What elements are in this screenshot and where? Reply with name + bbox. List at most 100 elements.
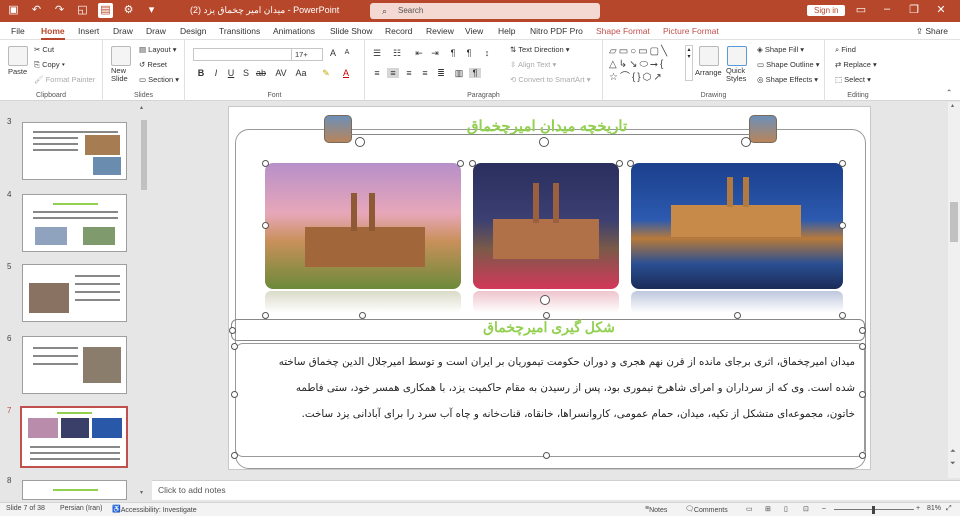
increase-indent-icon[interactable]: ⇥: [429, 48, 441, 59]
minimize-icon[interactable]: –: [878, 3, 896, 15]
notes-pane[interactable]: Click to add notes: [152, 480, 960, 500]
quick-styles-icon[interactable]: [727, 46, 747, 66]
layout-button[interactable]: ▤ Layout ▾: [139, 45, 177, 54]
resize-handle[interactable]: [543, 452, 550, 459]
shape-outline-button[interactable]: ▭ Shape Outline ▾: [757, 60, 820, 69]
slide-subtitle[interactable]: شکل گیری امیرچخماق: [389, 319, 709, 336]
replace-button[interactable]: ⇄ Replace ▾: [835, 60, 877, 69]
customize-icon[interactable]: ⚙: [121, 3, 136, 18]
tab-review[interactable]: Review: [426, 26, 454, 36]
convert-smartart-button[interactable]: ⟲ Convert to SmartArt ▾: [510, 75, 591, 84]
undo-icon[interactable]: ↶: [29, 3, 44, 18]
copy-button[interactable]: ⎘ Copy ▾: [34, 60, 65, 70]
zoom-out-icon[interactable]: –: [822, 505, 826, 512]
resize-handle[interactable]: [839, 160, 846, 167]
strikethrough-icon[interactable]: ab: [255, 68, 267, 78]
resize-handle[interactable]: [839, 312, 846, 319]
tab-slide-show[interactable]: Slide Show: [330, 26, 373, 36]
change-case-icon[interactable]: Aa: [295, 68, 307, 78]
text-direction-button[interactable]: ⇅ Text Direction ▾: [510, 45, 570, 54]
tab-draw-2[interactable]: Draw: [146, 26, 166, 36]
resize-handle[interactable]: [859, 343, 866, 350]
scroll-thumb[interactable]: [141, 120, 147, 190]
ribbon-display-icon[interactable]: ▭: [852, 3, 870, 16]
fit-slide-icon[interactable]: ⤢: [946, 505, 952, 513]
justify-icon[interactable]: ≡: [419, 68, 431, 78]
maximize-icon[interactable]: ❐: [905, 3, 923, 16]
quick-styles-button[interactable]: Quick Styles: [726, 67, 748, 83]
resize-handle[interactable]: [469, 160, 476, 167]
section-button[interactable]: ▭ Section ▾: [139, 75, 179, 84]
share-button[interactable]: ⇪ Share: [916, 26, 948, 37]
rtl-icon[interactable]: ¶: [447, 48, 459, 58]
format-painter-button[interactable]: 🖌 Format Painter: [34, 75, 95, 84]
resize-handle[interactable]: [859, 327, 866, 334]
rotate-handle[interactable]: [539, 137, 549, 147]
accessibility-status[interactable]: ♿ Accessibility: Investigate: [112, 505, 197, 514]
slide-sorter-icon[interactable]: ⊞: [765, 505, 771, 513]
scroll-down-icon[interactable]: ▾: [140, 489, 143, 496]
photo-amir-chakhmaq-pool[interactable]: [631, 163, 843, 289]
tab-picture-format[interactable]: Picture Format: [663, 26, 719, 36]
tab-nitro[interactable]: Nitro PDF Pro: [530, 26, 583, 36]
resize-handle[interactable]: [457, 160, 464, 167]
new-slide-button[interactable]: New Slide: [111, 67, 133, 83]
scroll-thumb[interactable]: [950, 202, 958, 242]
underline-icon[interactable]: U: [225, 68, 237, 78]
rotate-handle[interactable]: [540, 295, 550, 305]
tab-help[interactable]: Help: [498, 26, 515, 36]
increase-font-icon[interactable]: A: [327, 48, 339, 58]
tab-record[interactable]: Record: [385, 26, 412, 36]
resize-handle[interactable]: [262, 222, 269, 229]
shape-effects-button[interactable]: ◎ Shape Effects ▾: [757, 75, 818, 84]
distributed-icon[interactable]: ≣: [435, 68, 447, 79]
new-slide-icon[interactable]: [111, 46, 131, 66]
tab-animations[interactable]: Animations: [273, 26, 315, 36]
resize-handle[interactable]: [262, 312, 269, 319]
slide-thumbnail-5[interactable]: [22, 264, 127, 322]
search-box[interactable]: ⌕ Search: [370, 3, 600, 19]
corner-image-left[interactable]: [324, 115, 352, 143]
resize-handle[interactable]: [359, 312, 366, 319]
bullets-icon[interactable]: ☰: [371, 48, 383, 59]
resize-handle[interactable]: [229, 327, 236, 334]
columns-icon[interactable]: ▥: [453, 68, 465, 79]
arrange-icon[interactable]: [699, 46, 719, 66]
font-size-box[interactable]: 17+: [291, 48, 323, 61]
align-right-icon[interactable]: ≡: [403, 68, 415, 78]
layout-icon[interactable]: ▤: [98, 3, 113, 18]
notes-button[interactable]: ≡ Notes: [645, 505, 667, 514]
resize-handle[interactable]: [231, 452, 238, 459]
resize-handle[interactable]: [734, 312, 741, 319]
tab-transitions[interactable]: Transitions: [219, 26, 260, 36]
tab-draw[interactable]: Draw: [113, 26, 133, 36]
paragraph-rtl-icon[interactable]: ¶: [469, 68, 481, 78]
align-center-icon[interactable]: ≡: [387, 68, 399, 78]
slide-title[interactable]: تاریخچه میدان امیرچخماق: [357, 117, 737, 135]
shapes-gallery[interactable]: ▱▭○▭▢╲ △↳↘⬭⭢{☆⌒{}⬡↗: [609, 45, 693, 85]
resize-handle[interactable]: [616, 160, 623, 167]
tab-insert[interactable]: Insert: [78, 26, 99, 36]
resize-handle[interactable]: [231, 391, 238, 398]
align-left-icon[interactable]: ≡: [371, 68, 383, 78]
reset-button[interactable]: ↺ Reset: [139, 60, 167, 69]
resize-handle[interactable]: [839, 222, 846, 229]
line-spacing-icon[interactable]: ↕: [481, 48, 493, 58]
rotate-handle[interactable]: [741, 137, 751, 147]
resize-handle[interactable]: [859, 391, 866, 398]
editor-scrollbar[interactable]: ▴ ⏶ ⏷: [948, 102, 960, 478]
tab-shape-format[interactable]: Shape Format: [596, 26, 650, 36]
resize-handle[interactable]: [627, 160, 634, 167]
slideshow-icon[interactable]: ⊡: [803, 505, 809, 513]
slide-thumbnail-3[interactable]: [22, 122, 127, 180]
highlight-icon[interactable]: ✎: [320, 68, 332, 79]
rotate-handle[interactable]: [355, 137, 365, 147]
bold-icon[interactable]: B: [195, 68, 207, 78]
numbering-icon[interactable]: ☷: [391, 48, 403, 59]
spacing-icon[interactable]: AV: [275, 68, 287, 78]
select-button[interactable]: ⬚ Select ▾: [835, 75, 871, 84]
photo-amir-chakhmaq-night[interactable]: [473, 163, 619, 289]
find-button[interactable]: ⌕ Find: [835, 45, 856, 55]
normal-view-icon[interactable]: ▭: [746, 505, 753, 513]
shadow-icon[interactable]: S: [240, 68, 252, 78]
